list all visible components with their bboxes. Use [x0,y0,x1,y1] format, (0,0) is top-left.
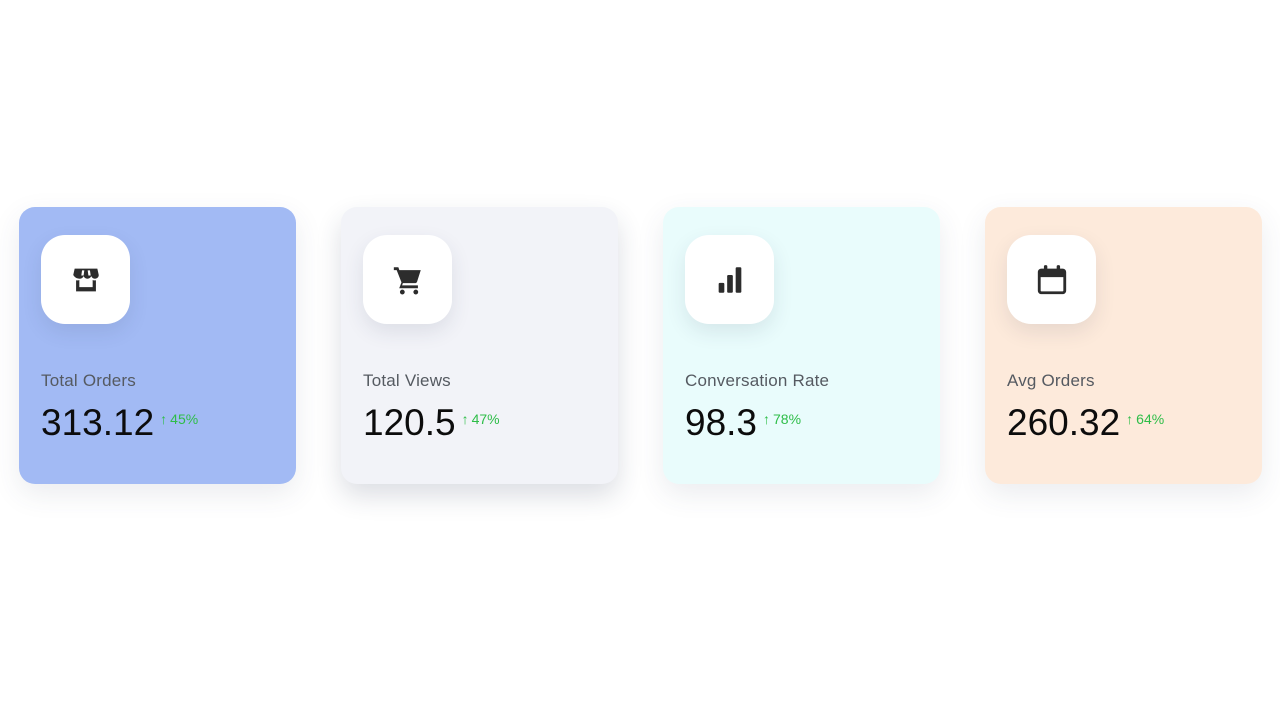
stat-card-conversation-rate[interactable]: Conversation Rate 98.3 ↑ 78% [663,207,940,484]
icon-container [685,235,774,324]
stat-value-row: 313.12 ↑ 45% [41,401,198,445]
icon-container [363,235,452,324]
stat-change-value: 64% [1136,411,1165,427]
stat-card-total-orders[interactable]: Total Orders 313.12 ↑ 45% [19,207,296,484]
stat-card-avg-orders[interactable]: Avg Orders 260.32 ↑ 64% [985,207,1262,484]
stat-card-total-views[interactable]: Total Views 120.5 ↑ 47% [341,207,618,484]
stat-label: Avg Orders [1007,371,1095,390]
stat-change: ↑ 78% [763,411,801,427]
cart-icon [393,266,421,294]
arrow-up-icon: ↑ [461,411,469,427]
stat-value: 120.5 [363,402,456,443]
icon-container [1007,235,1096,324]
stat-label: Conversation Rate [685,371,830,390]
stat-change-value: 47% [471,411,500,427]
stat-change-value: 78% [773,411,802,427]
stat-change-value: 45% [170,411,199,427]
arrow-up-icon: ↑ [160,411,168,427]
stat-label: Total Views [363,371,451,390]
store-icon [72,268,99,291]
stat-label: Total Orders [41,371,136,390]
stat-change: ↑ 45% [160,411,198,427]
stats-board: Total Orders 313.12 ↑ 45% Total Views 12… [0,0,1280,720]
stat-value-row: 98.3 ↑ 78% [685,401,801,445]
bar-chart-icon [718,266,741,293]
stat-value: 313.12 [41,402,155,443]
stat-change: ↑ 47% [462,411,500,427]
arrow-up-icon: ↑ [1126,411,1134,427]
icon-container [41,235,130,324]
stat-value: 98.3 [685,402,758,443]
arrow-up-icon: ↑ [763,411,771,427]
calendar-icon [1037,264,1066,294]
stat-value: 260.32 [1007,402,1121,443]
stat-value-row: 260.32 ↑ 64% [1007,401,1164,445]
stat-value-row: 120.5 ↑ 47% [363,401,500,445]
stat-change: ↑ 64% [1126,411,1164,427]
